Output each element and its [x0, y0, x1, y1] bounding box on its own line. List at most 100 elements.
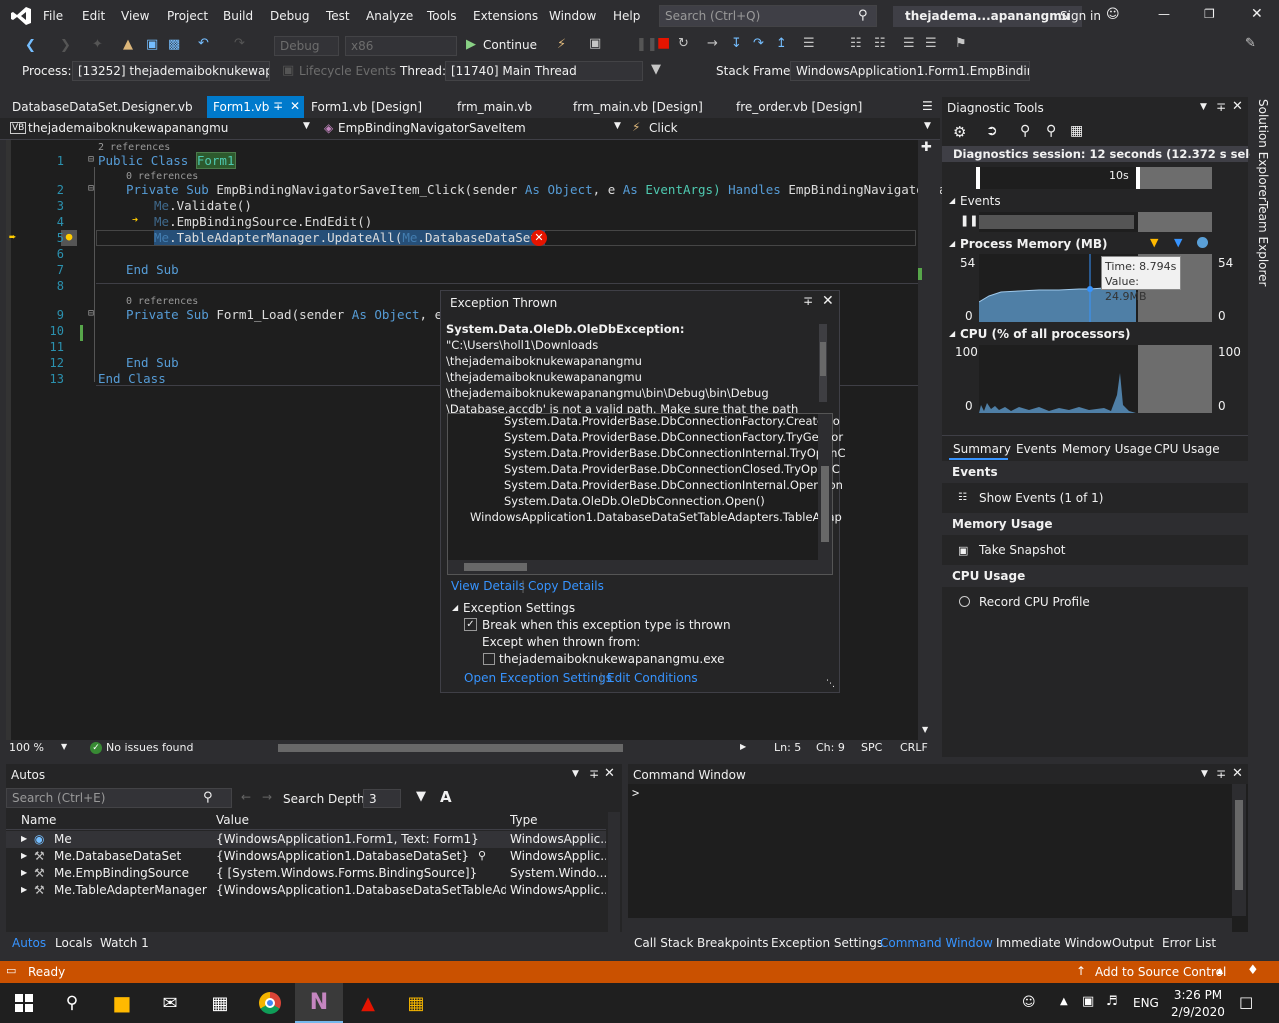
stack-frame-select[interactable]: WindowsApplication1.Form1.EmpBinding: [790, 61, 1030, 81]
volume-icon[interactable]: ♬: [1106, 994, 1118, 1009]
autos-value-cell[interactable]: {WindowsApplication1.DatabaseDataSet}: [216, 849, 506, 863]
hot-reload-icon[interactable]: ⚡: [557, 37, 566, 52]
sign-in-link[interactable]: Sign in: [1060, 9, 1101, 23]
open-exception-settings-link[interactable]: Open Exception Settings: [464, 671, 612, 685]
edit-conditions-link[interactable]: Edit Conditions: [607, 671, 698, 685]
exe-checkbox[interactable]: [483, 653, 495, 665]
visual-studio-taskbar-icon[interactable]: N: [295, 983, 343, 1023]
codelens-references[interactable]: 0 references: [126, 296, 198, 307]
pin-icon[interactable]: ∓: [1216, 100, 1226, 114]
tab-form1-vb[interactable]: Form1.vb ∓ ✕: [207, 96, 304, 118]
visualizer-icon[interactable]: ⚲: [478, 849, 486, 862]
expand-triangle-icon[interactable]: ◢: [949, 239, 955, 248]
stack-frame[interactable]: System.Data.ProviderBase.DbConnectionInt…: [504, 478, 843, 492]
save-icon[interactable]: ▣: [146, 37, 158, 52]
lifecycle-icon[interactable]: ▣: [282, 63, 294, 78]
tab-watch1[interactable]: Watch 1: [100, 936, 149, 950]
stop-icon[interactable]: ■: [657, 35, 670, 51]
paint-app-icon[interactable]: ▦: [392, 983, 440, 1023]
filter-icon[interactable]: ▼: [651, 62, 661, 77]
tab-overflow-icon[interactable]: ☰: [922, 99, 933, 113]
menu-analyze[interactable]: Analyze: [366, 9, 413, 23]
uncomment-icon[interactable]: ☰: [925, 36, 937, 51]
continue-button[interactable]: Continue: [483, 38, 537, 52]
menu-view[interactable]: View: [121, 9, 149, 23]
close-icon[interactable]: ✕: [822, 293, 834, 309]
people-icon[interactable]: ☺: [1022, 995, 1036, 1010]
expand-triangle-icon[interactable]: ◢: [949, 196, 955, 205]
event-dropdown[interactable]: Click: [649, 121, 678, 135]
process-select[interactable]: [13252] thejademaiboknukewapan: [72, 61, 270, 81]
visual-studio-logo-icon[interactable]: [10, 6, 32, 26]
stack-vscroll[interactable]: [818, 414, 832, 560]
hex-display-icon[interactable]: ☰: [803, 36, 815, 51]
tab-autos[interactable]: Autos: [12, 936, 46, 950]
view-details-link[interactable]: View Details: [451, 579, 525, 593]
pin-icon[interactable]: ∓: [273, 99, 283, 113]
pin-icon[interactable]: ∓: [589, 767, 599, 781]
tab-frm-main[interactable]: frm_main.vb: [451, 96, 538, 118]
cpu-chart[interactable]: [979, 345, 1212, 413]
expand-triangle-icon[interactable]: ▶: [21, 851, 27, 860]
chevron-up-icon[interactable]: ▲: [1217, 966, 1223, 975]
scroll-down-icon[interactable]: ▼: [922, 725, 928, 734]
horizontal-scroll-thumb[interactable]: [278, 744, 623, 752]
action-center-icon[interactable]: □: [1239, 993, 1253, 1011]
exception-stack-trace[interactable]: System.Data.ProviderBase.DbConnectionFac…: [447, 413, 845, 575]
settings-gear-icon[interactable]: ⚙: [953, 123, 966, 141]
search-icon[interactable]: ⚲: [203, 790, 213, 805]
timeline-ruler[interactable]: 10s: [976, 167, 1212, 189]
expand-triangle-icon[interactable]: ▶: [21, 834, 27, 843]
line-indicator[interactable]: Ln: 5: [774, 741, 801, 754]
codelens-references[interactable]: 0 references: [126, 171, 198, 182]
scroll-right-icon[interactable]: ▶: [740, 742, 746, 751]
notification-bell-icon[interactable]: ♦: [1247, 963, 1259, 978]
back-icon[interactable]: ←: [241, 790, 251, 804]
take-snapshot-button[interactable]: Take Snapshot: [979, 543, 1066, 557]
zoom-select[interactable]: 100 %: [9, 741, 44, 754]
close-icon[interactable]: ✕: [1251, 6, 1263, 22]
tab-exception-settings[interactable]: Exception Settings: [771, 936, 883, 950]
diag-tab-summary[interactable]: Summary: [953, 442, 1011, 456]
back-icon[interactable]: ❮: [25, 38, 36, 53]
file-explorer-icon[interactable]: ■: [98, 983, 146, 1023]
solution-explorer-tab[interactable]: Solution Explorer: [1256, 99, 1270, 202]
exception-error-icon[interactable]: ✕: [531, 230, 547, 246]
configuration-select[interactable]: Debug: [274, 36, 339, 56]
column-header-type[interactable]: Type: [510, 813, 538, 827]
whitespace-indicator[interactable]: SPC: [861, 741, 882, 754]
table-row[interactable]: ▶ ⚒ Me.TableAdapterManager {WindowsAppli…: [6, 882, 606, 899]
show-next-statement-icon[interactable]: →: [707, 36, 718, 51]
close-icon[interactable]: ✕: [1232, 766, 1243, 781]
stack-icon[interactable]: ☷: [874, 36, 886, 51]
command-hscroll[interactable]: [628, 918, 1232, 932]
restart-icon[interactable]: ↻: [678, 36, 689, 51]
diag-tab-memory[interactable]: Memory Usage: [1062, 442, 1152, 456]
redo-icon[interactable]: ↷: [234, 36, 245, 51]
stack-frame[interactable]: System.Data.ProviderBase.DbConnectionFac…: [504, 430, 843, 444]
pin-icon[interactable]: ∓: [1216, 767, 1226, 781]
tab-form1-design[interactable]: Form1.vb [Design]: [305, 96, 428, 118]
column-indicator[interactable]: Ch: 9: [816, 741, 845, 754]
autos-value-cell[interactable]: {WindowsApplication1.Form1, Text: Form1}: [216, 832, 506, 846]
restore-icon[interactable]: ❐: [1204, 7, 1215, 21]
stack-frame[interactable]: System.Data.ProviderBase.DbConnectionInt…: [504, 446, 845, 460]
search-input[interactable]: Search (Ctrl+Q): [659, 5, 877, 27]
tab-locals[interactable]: Locals: [55, 936, 92, 950]
chevron-down-icon[interactable]: ▼: [572, 769, 579, 779]
search-depth-select[interactable]: 3: [363, 789, 401, 808]
events-track[interactable]: [979, 212, 1212, 232]
chrome-icon[interactable]: [246, 983, 294, 1023]
stack-frame[interactable]: System.Data.OleDb.OleDbConnection.Open(): [504, 494, 765, 508]
process-memory-chart[interactable]: Time: 8.794s Value: 24.9MB: [978, 254, 1212, 322]
autos-vscroll[interactable]: [608, 812, 620, 932]
step-into-icon[interactable]: ↧: [731, 36, 742, 51]
save-all-icon[interactable]: ▩: [168, 37, 180, 52]
search-icon[interactable]: ⚲: [858, 8, 868, 23]
column-header-value[interactable]: Value: [216, 813, 249, 827]
live-share-icon[interactable]: ✎: [1245, 36, 1256, 51]
chevron-down-icon[interactable]: ▼: [924, 121, 931, 131]
pin-icon[interactable]: ∓: [803, 294, 813, 308]
expand-triangle-icon[interactable]: ▶: [21, 885, 27, 894]
line-ending-indicator[interactable]: CRLF: [900, 741, 928, 754]
